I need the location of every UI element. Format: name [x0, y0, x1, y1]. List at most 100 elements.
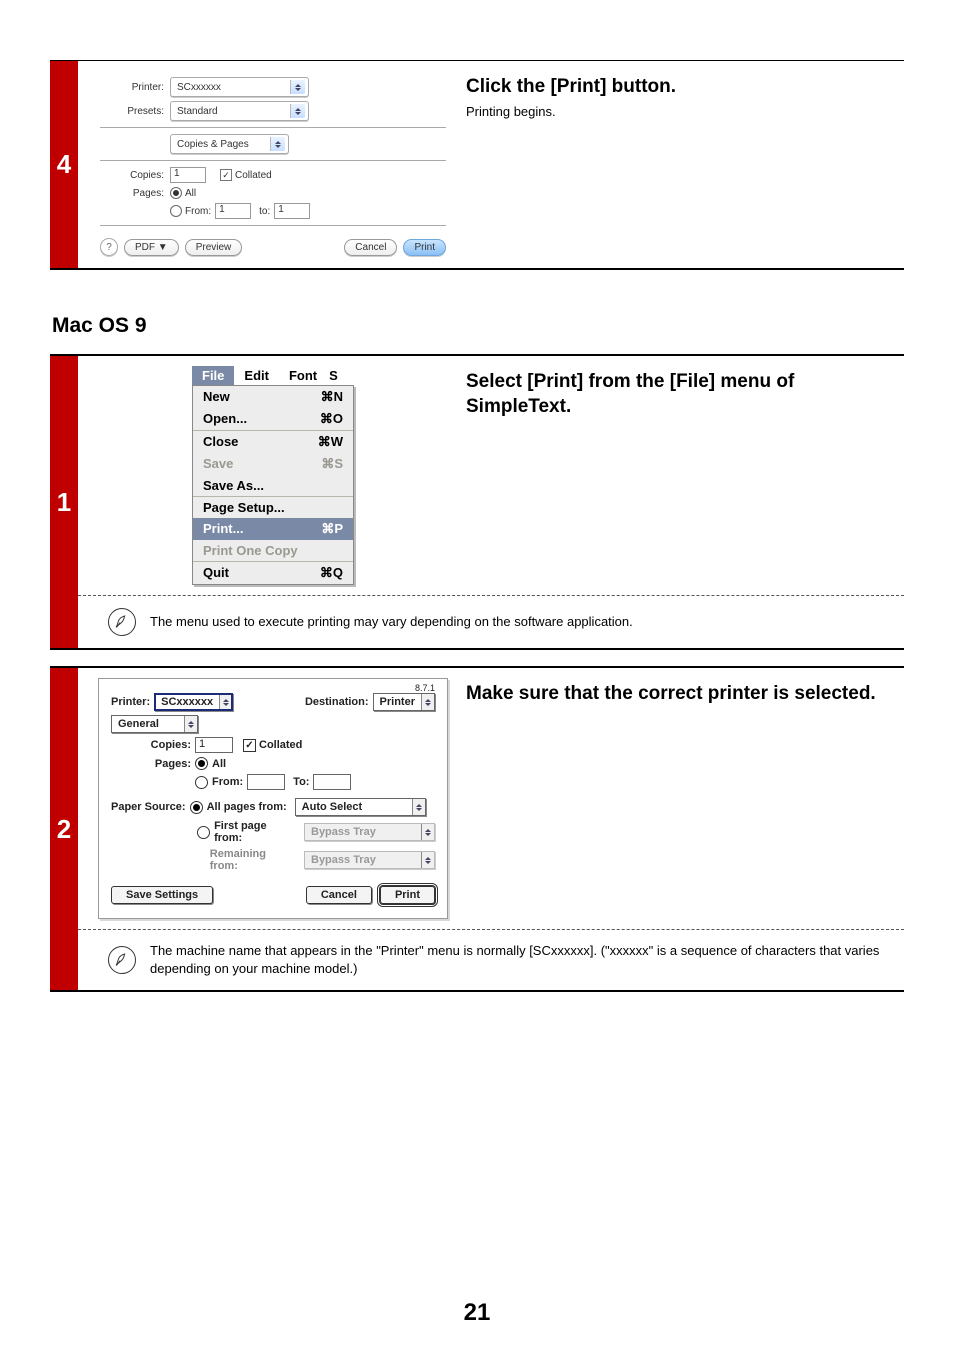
destination-select[interactable]: Printer: [373, 693, 435, 711]
dropdown-arrow-icon: [184, 716, 197, 732]
pages-range-radio[interactable]: [195, 776, 208, 789]
os9-print-dialog: 8.7.1 Printer: SCxxxxxx Destination:: [98, 678, 448, 919]
step-1-screenshot: File Edit Font S New⌘N Open...⌘O Close⌘W…: [78, 356, 458, 595]
step-4-title: Click the [Print] button.: [466, 75, 896, 100]
print-button[interactable]: Print: [403, 239, 446, 256]
step-4-text: Click the [Print] button. Printing begin…: [458, 61, 904, 268]
firstpage-radio[interactable]: [197, 826, 210, 839]
file-menu-quit[interactable]: Quit⌘Q: [193, 562, 353, 584]
file-menu-save: Save⌘S: [193, 453, 353, 475]
step-4: 4 Printer: SCxxxxxx Presets: Standard: [50, 60, 904, 270]
file-menu-print[interactable]: Print...⌘P: [193, 518, 353, 540]
collated-label: Collated: [259, 739, 302, 751]
dropdown-arrow-icon: [270, 137, 285, 151]
copies-label: Copies:: [145, 739, 191, 751]
copies-input[interactable]: 1: [170, 167, 206, 183]
file-menu: New⌘N Open...⌘O Close⌘W Save⌘S Save As..…: [192, 385, 354, 585]
cancel-button[interactable]: Cancel: [344, 239, 397, 256]
menubar-edit[interactable]: Edit: [234, 366, 279, 385]
collated-checkbox[interactable]: [243, 739, 256, 752]
remaining-label: Remaining from:: [210, 848, 296, 872]
menubar-font[interactable]: Font: [279, 366, 327, 385]
pdf-menu-button[interactable]: PDF ▼: [124, 239, 179, 256]
dropdown-arrow-icon: [421, 694, 434, 710]
step-4-sub: Printing begins.: [466, 104, 896, 119]
destination-label: Destination:: [305, 696, 369, 708]
step-2-note: The machine name that appears in the "Pr…: [78, 930, 904, 990]
dropdown-arrow-icon: [412, 799, 425, 815]
step-2-screenshot: 8.7.1 Printer: SCxxxxxx Destination:: [78, 668, 458, 929]
pages-from-input[interactable]: 1: [215, 203, 251, 219]
macosx-print-dialog: Printer: SCxxxxxx Presets: Standard: [98, 71, 448, 258]
step-1-note: The menu used to execute printing may va…: [78, 596, 904, 648]
dropdown-arrow-icon: [219, 694, 232, 710]
dropdown-arrow-icon: [421, 824, 434, 840]
allpages-select[interactable]: Auto Select: [295, 798, 426, 816]
step-1-note-text: The menu used to execute printing may va…: [150, 613, 633, 631]
help-button[interactable]: ?: [100, 238, 118, 256]
printer-label: Printer:: [100, 82, 164, 93]
file-menu-open[interactable]: Open...⌘O: [193, 408, 353, 430]
pages-range-radio[interactable]: [170, 205, 182, 217]
preview-button[interactable]: Preview: [185, 239, 243, 256]
pages-all-label: All: [185, 188, 196, 199]
dropdown-arrow-icon: [290, 104, 305, 118]
step-number-1: 1: [50, 356, 78, 648]
papersource-label: Paper Source:: [111, 801, 186, 813]
menubar-file[interactable]: File: [192, 366, 234, 385]
panel-select[interactable]: Copies & Pages: [170, 134, 289, 154]
firstpage-select: Bypass Tray: [304, 823, 435, 841]
presets-select[interactable]: Standard: [170, 101, 309, 121]
file-menu-close[interactable]: Close⌘W: [193, 431, 353, 453]
copies-label: Copies:: [100, 170, 164, 181]
file-menu-new[interactable]: New⌘N: [193, 386, 353, 408]
collated-checkbox[interactable]: [220, 169, 232, 181]
cancel-button[interactable]: Cancel: [306, 886, 372, 904]
allpages-radio[interactable]: [190, 801, 203, 814]
print-button[interactable]: Print: [380, 886, 435, 904]
firstpage-label: First page from:: [214, 820, 296, 844]
copies-input[interactable]: 1: [195, 737, 233, 753]
note-icon: [108, 946, 136, 974]
dropdown-arrow-icon: [290, 80, 305, 94]
file-menu-saveas[interactable]: Save As...: [193, 475, 353, 496]
menubar: File Edit Font S: [192, 366, 354, 385]
step-2: 2 8.7.1 Printer: SCxxxxxx: [50, 666, 904, 992]
printer-select[interactable]: SCxxxxxx: [170, 77, 309, 97]
pages-all-radio[interactable]: [170, 187, 182, 199]
pages-to-input[interactable]: [313, 774, 351, 790]
collated-label: Collated: [235, 170, 272, 181]
allpages-label: All pages from:: [207, 801, 287, 813]
file-menu-pagesetup[interactable]: Page Setup...: [193, 497, 353, 518]
dropdown-arrow-icon: [421, 852, 434, 868]
pages-all-radio[interactable]: [195, 757, 208, 770]
pages-to-input[interactable]: 1: [274, 203, 310, 219]
step-2-note-text: The machine name that appears in the "Pr…: [150, 942, 894, 978]
presets-label: Presets:: [100, 106, 164, 117]
file-menu-printone: Print One Copy: [193, 540, 353, 561]
page-number: 21: [0, 1299, 954, 1327]
from-label: From:: [185, 206, 211, 217]
step-2-text: Make sure that the correct printer is se…: [458, 668, 904, 929]
save-settings-button[interactable]: Save Settings: [111, 886, 213, 904]
step-1: 1 File Edit Font S New⌘N Open...⌘O: [50, 354, 904, 650]
step-1-title: Select [Print] from the [File] menu of S…: [466, 370, 896, 419]
pages-all-label: All: [212, 758, 226, 770]
section-heading: Mac OS 9: [52, 314, 904, 338]
dialog-version: 8.7.1: [415, 683, 435, 693]
step-1-text: Select [Print] from the [File] menu of S…: [458, 356, 904, 595]
panel-select[interactable]: General: [111, 715, 198, 733]
pages-from-input[interactable]: [247, 774, 285, 790]
to-label: to:: [259, 206, 270, 217]
step-4-screenshot: Printer: SCxxxxxx Presets: Standard: [78, 61, 458, 268]
printer-select[interactable]: SCxxxxxx: [154, 693, 233, 711]
printer-value: SCxxxxxx: [177, 82, 221, 93]
menubar-size[interactable]: S: [327, 366, 348, 385]
step-number-2: 2: [50, 668, 78, 990]
printer-label: Printer:: [111, 696, 150, 708]
presets-value: Standard: [177, 106, 218, 117]
to-label: To:: [293, 776, 309, 788]
note-icon: [108, 608, 136, 636]
pages-label: Pages:: [100, 188, 164, 199]
pages-label: Pages:: [145, 758, 191, 770]
